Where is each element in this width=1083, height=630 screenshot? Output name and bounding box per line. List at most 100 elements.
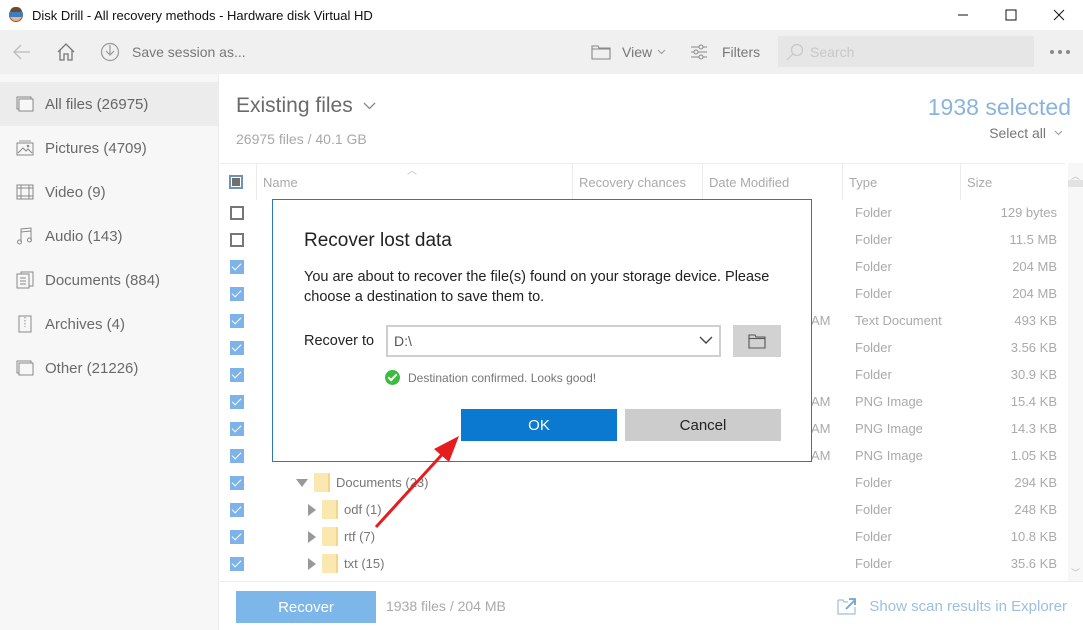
maximize-button[interactable] — [987, 0, 1035, 30]
column-header-type[interactable]: Type — [842, 164, 960, 200]
folder-icon — [322, 500, 338, 519]
sidebar-item-pictures[interactable]: Pictures (4709) — [0, 126, 218, 170]
download-icon — [100, 42, 120, 62]
title-bar: Disk Drill - All recovery methods - Hard… — [0, 0, 1083, 30]
column-header-name[interactable]: ︿ Name — [256, 164, 572, 200]
table-row[interactable]: odf (1) Folder 248 KB — [220, 496, 1065, 523]
expand-arrow-icon[interactable] — [308, 530, 316, 543]
row-checkbox[interactable] — [230, 448, 244, 463]
sidebar-item-archives[interactable]: Archives (4) — [0, 302, 218, 346]
sidebar-item-label: Audio (143) — [45, 227, 123, 245]
explorer-link-label: Show scan results in Explorer — [869, 597, 1067, 615]
column-header-date-modified[interactable]: Date Modified — [702, 164, 842, 200]
ok-button[interactable]: OK — [461, 409, 617, 441]
results-filter-dropdown[interactable]: Existing files — [236, 94, 376, 118]
sidebar-item-label: Other (21226) — [45, 359, 139, 377]
save-session-button[interactable]: Save session as... — [100, 30, 246, 74]
column-header-size[interactable]: Size — [960, 164, 1065, 200]
expand-arrow-icon[interactable] — [308, 503, 316, 516]
sliders-icon — [691, 44, 707, 60]
arrow-left-icon — [13, 44, 30, 60]
search-input[interactable] — [810, 43, 1030, 60]
destination-status-text: Destination confirmed. Looks good! — [408, 370, 597, 385]
row-checkbox[interactable] — [230, 502, 244, 517]
row-checkbox[interactable] — [230, 394, 244, 409]
search-box[interactable] — [778, 36, 1034, 67]
selected-count: 1938 selected — [927, 94, 1071, 120]
window-title: Disk Drill - All recovery methods - Hard… — [32, 7, 373, 23]
chevron-down-icon — [657, 49, 666, 55]
open-external-icon — [837, 598, 857, 615]
expand-arrow-icon[interactable] — [308, 557, 316, 570]
close-button[interactable] — [1035, 0, 1083, 30]
ellipsis-icon — [1050, 50, 1054, 54]
row-checkbox[interactable] — [230, 475, 244, 490]
row-checkbox[interactable] — [230, 286, 244, 301]
row-name: rtf (7) — [344, 529, 376, 544]
folder-icon — [748, 333, 766, 349]
footer-bar: Recover 1938 files / 204 MB Show scan re… — [220, 581, 1083, 630]
table-header: ︿ Name Recovery chances Date Modified Ty… — [220, 163, 1065, 200]
column-header-recovery-chances[interactable]: Recovery chances — [572, 164, 702, 200]
sidebar-item-video[interactable]: Video (9) — [0, 170, 218, 214]
select-all-checkbox[interactable] — [229, 175, 243, 189]
view-label: View — [622, 44, 653, 60]
row-checkbox[interactable] — [230, 313, 244, 328]
scroll-down-icon[interactable]: ﹀ — [1071, 566, 1080, 579]
row-checkbox[interactable] — [230, 232, 244, 247]
row-checkbox[interactable] — [230, 367, 244, 382]
cancel-button[interactable]: Cancel — [625, 409, 781, 441]
folder-icon — [322, 527, 338, 546]
row-checkbox[interactable] — [230, 421, 244, 436]
folder-icon — [322, 554, 338, 573]
all-files-icon — [16, 96, 34, 112]
close-icon — [1053, 9, 1065, 21]
more-options-button[interactable] — [1050, 30, 1070, 74]
search-icon — [786, 43, 804, 60]
sidebar-item-other[interactable]: Other (21226) — [0, 346, 218, 390]
minimize-button[interactable] — [939, 0, 987, 30]
chevron-down-icon — [1054, 130, 1063, 136]
row-name: odf (1) — [344, 502, 382, 517]
table-row[interactable]: txt (15) Folder 35.6 KB — [220, 550, 1065, 577]
home-icon — [57, 43, 75, 61]
selection-summary: 1938 files / 204 MB — [386, 598, 506, 614]
dialog-message: You are about to recover the file(s) fou… — [304, 269, 770, 305]
save-session-label: Save session as... — [132, 44, 246, 60]
check-circle-icon — [385, 370, 400, 385]
disk-drill-logo-icon — [8, 7, 24, 23]
header-checkbox-cell — [220, 164, 256, 200]
row-checkbox[interactable] — [230, 205, 244, 220]
row-name: txt (15) — [344, 556, 385, 571]
back-button[interactable] — [12, 30, 32, 74]
scrollbar-thumb[interactable] — [1068, 180, 1083, 187]
select-all-dropdown[interactable]: Select all — [989, 125, 1063, 141]
destination-status: Destination confirmed. Looks good! — [385, 370, 596, 385]
row-checkbox[interactable] — [230, 259, 244, 274]
dialog-title: Recover lost data — [304, 230, 452, 251]
table-row[interactable]: rtf (7) Folder 10.8 KB — [220, 523, 1065, 550]
row-name: Documents (23) — [336, 475, 429, 490]
folder-icon — [314, 473, 330, 492]
row-checkbox[interactable] — [230, 529, 244, 544]
sidebar-item-all-files[interactable]: All files (26975) — [0, 82, 218, 126]
destination-select[interactable]: D:\ — [386, 325, 721, 357]
show-in-explorer-link[interactable]: Show scan results in Explorer — [837, 597, 1067, 615]
chevron-down-icon — [699, 336, 713, 344]
view-button[interactable]: View — [591, 30, 666, 74]
table-row[interactable]: Documents (23) Folder 294 KB — [220, 469, 1065, 496]
row-checkbox[interactable] — [230, 340, 244, 355]
home-button[interactable] — [56, 30, 76, 74]
recover-button[interactable]: Recover — [236, 591, 376, 623]
sidebar-item-documents[interactable]: Documents (884) — [0, 258, 218, 302]
vertical-scrollbar[interactable]: ︿ ﹀ — [1068, 163, 1083, 581]
filters-button[interactable]: Filters — [690, 30, 760, 74]
browse-folder-button[interactable] — [733, 325, 781, 357]
sidebar-item-label: Archives (4) — [45, 315, 126, 333]
sidebar-item-label: Pictures (4709) — [45, 139, 147, 157]
row-checkbox[interactable] — [230, 556, 244, 571]
folder-icon — [591, 45, 611, 60]
sidebar-item-label: Video (9) — [45, 183, 106, 201]
sidebar-item-audio[interactable]: Audio (143) — [0, 214, 218, 258]
collapse-arrow-icon[interactable] — [296, 478, 308, 487]
